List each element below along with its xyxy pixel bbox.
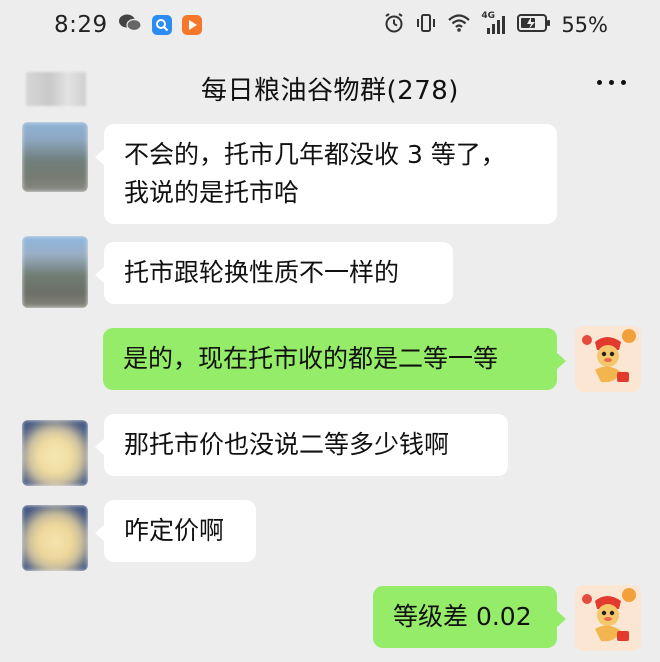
message-list: 不会的，托市几年都没收 3 等了， 我说的是托市哈 托市跟轮换性质不一样的 是的… — [0, 0, 660, 662]
snake-mascot-icon — [575, 326, 641, 392]
message-text: 托市跟轮换性质不一样的 — [124, 258, 400, 287]
sender-avatar[interactable] — [22, 505, 88, 571]
user-avatar[interactable] — [575, 326, 641, 392]
message-bubble-received[interactable]: 不会的，托市几年都没收 3 等了， 我说的是托市哈 — [95, 124, 557, 224]
sender-avatar[interactable] — [22, 236, 88, 308]
user-avatar[interactable] — [575, 585, 641, 651]
message-text: 那托市价也没说二等多少钱啊 — [124, 430, 450, 459]
sender-avatar[interactable] — [22, 420, 88, 486]
snake-mascot-icon — [575, 585, 641, 651]
sender-avatar[interactable] — [22, 122, 88, 192]
message-text: 我说的是托市哈 — [124, 178, 300, 207]
message-bubble-sent[interactable]: 等级差 0.02 — [373, 586, 566, 648]
message-bubble-sent[interactable]: 是的，现在托市收的都是二等一等 — [103, 328, 566, 390]
message-text: 是的，现在托市收的都是二等一等 — [123, 344, 499, 373]
message-bubble-received[interactable]: 那托市价也没说二等多少钱啊 — [95, 414, 508, 476]
message-text: 咋定价啊 — [124, 516, 225, 545]
message-bubble-received[interactable]: 咋定价啊 — [95, 500, 256, 562]
message-text: 不会的，托市几年都没收 3 等了， — [124, 140, 506, 169]
message-text: 等级差 0.02 — [393, 602, 532, 631]
message-bubble-received[interactable]: 托市跟轮换性质不一样的 — [95, 242, 453, 304]
